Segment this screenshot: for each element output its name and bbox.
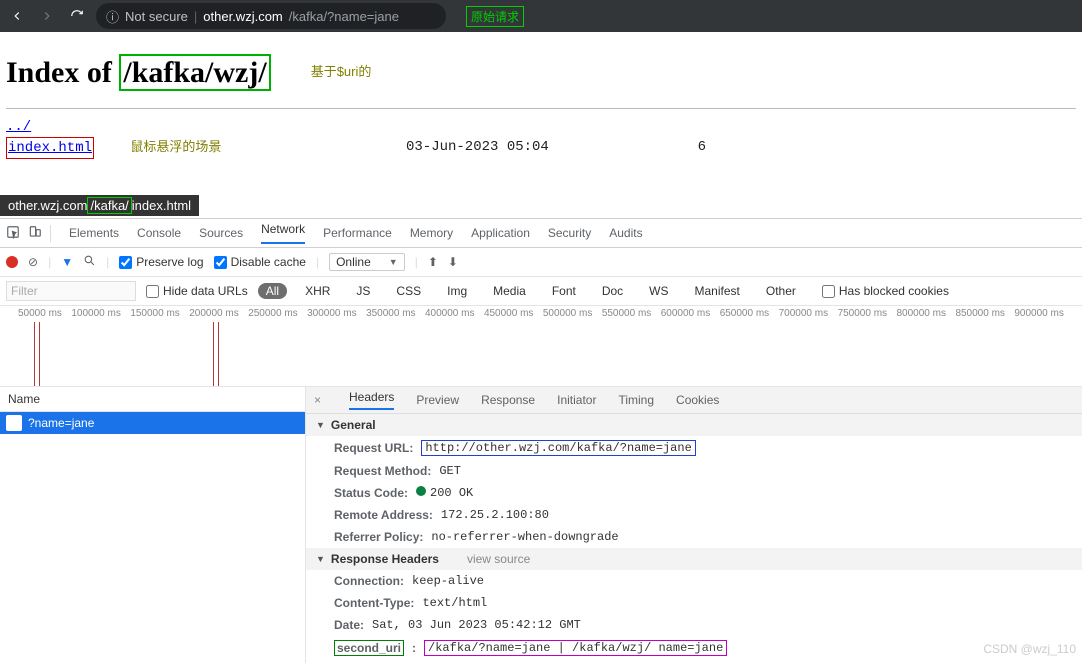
v-request-url: http://other.wzj.com/kafka/?name=jane: [421, 440, 695, 456]
dtab-headers[interactable]: Headers: [349, 390, 394, 410]
k-request-method: Request Method:: [334, 464, 431, 478]
network-timeline[interactable]: 50000 ms100000 ms150000 ms200000 ms25000…: [0, 306, 1082, 387]
v-date: Sat, 03 Jun 2023 05:42:12 GMT: [372, 618, 581, 632]
file-date: 03-Jun-2023 05:04: [406, 137, 666, 159]
request-row[interactable]: ?name=jane: [0, 412, 305, 434]
v-connection: keep-alive: [412, 574, 484, 588]
tab-sources[interactable]: Sources: [199, 226, 243, 240]
dtab-cookies[interactable]: Cookies: [676, 393, 719, 407]
type-css[interactable]: CSS: [388, 283, 429, 299]
parent-dir-link[interactable]: ../: [6, 119, 31, 135]
tab-console[interactable]: Console: [137, 226, 181, 240]
disable-cache-checkbox[interactable]: Disable cache: [214, 255, 306, 269]
reload-button[interactable]: [66, 5, 88, 27]
upload-har-icon[interactable]: ⬆: [428, 255, 438, 269]
type-doc[interactable]: Doc: [594, 283, 631, 299]
file-size: 6: [666, 137, 706, 159]
inspect-icon[interactable]: [6, 225, 20, 242]
devtools-top-tabs: Elements Console Sources Network Perform…: [0, 219, 1082, 248]
address-bar[interactable]: ⓘ Not secure | other.wzj.com/kafka/?name…: [96, 3, 446, 29]
v-second-uri: /kafka/?name=jane | /kafka/wzj/ name=jan…: [424, 640, 727, 656]
network-toolbar: ⊘ | ▼ | Preserve log Disable cache | Onl…: [0, 248, 1082, 277]
record-button[interactable]: [6, 256, 18, 268]
section-response-headers[interactable]: Response Headers view source: [306, 548, 1082, 570]
dtab-preview[interactable]: Preview: [416, 393, 459, 407]
filter-toggle-icon[interactable]: ▼: [61, 255, 73, 269]
close-detail-icon[interactable]: ×: [314, 393, 321, 407]
k-status-code: Status Code:: [334, 486, 408, 500]
type-img[interactable]: Img: [439, 283, 475, 299]
hide-data-urls-checkbox[interactable]: Hide data URLs: [146, 284, 248, 298]
watermark: CSDN @wzj_110: [983, 642, 1076, 656]
has-blocked-cookies-checkbox[interactable]: Has blocked cookies: [822, 284, 949, 298]
page-title: Index of /kafka/wzj/: [6, 56, 271, 90]
search-icon[interactable]: [83, 254, 96, 270]
k-connection: Connection:: [334, 574, 404, 588]
k-content-type: Content-Type:: [334, 596, 414, 610]
type-all[interactable]: All: [258, 283, 287, 299]
tab-network[interactable]: Network: [261, 222, 305, 244]
v-remote-addr: 172.25.2.100:80: [441, 508, 549, 522]
hover-url-highlight: /kafka/: [87, 197, 131, 214]
filter-input[interactable]: Filter: [6, 281, 136, 301]
tab-audits[interactable]: Audits: [609, 226, 642, 240]
url-host: other.wzj.com: [203, 9, 282, 24]
preserve-log-checkbox[interactable]: Preserve log: [119, 255, 203, 269]
hover-url-statusbar: other.wzj.com/kafka/index.html: [0, 195, 199, 216]
dtab-response[interactable]: Response: [481, 393, 535, 407]
network-filter-bar: Filter Hide data URLs All XHR JS CSS Img…: [0, 277, 1082, 306]
not-secure-label: Not secure: [125, 9, 188, 24]
v-request-method: GET: [439, 464, 461, 478]
forward-button[interactable]: [36, 5, 58, 27]
dtab-initiator[interactable]: Initiator: [557, 393, 596, 407]
type-other[interactable]: Other: [758, 283, 804, 299]
download-har-icon[interactable]: ⬇: [448, 255, 458, 269]
tab-security[interactable]: Security: [548, 226, 591, 240]
annotation-original-request: 原始请求: [466, 6, 524, 27]
page-content: Index of /kafka/wzj/ 基于$uri的 ../ index.h…: [0, 32, 1082, 159]
hover-annotation: 鼠标悬浮的场景: [130, 140, 221, 155]
throttling-select[interactable]: Online▼: [329, 253, 405, 271]
info-icon: ⓘ: [106, 7, 119, 26]
k-date: Date:: [334, 618, 364, 632]
type-font[interactable]: Font: [544, 283, 584, 299]
devtools-panel: Elements Console Sources Network Perform…: [0, 218, 1082, 663]
v-content-type: text/html: [422, 596, 487, 610]
view-source-link[interactable]: view source: [467, 552, 530, 566]
document-icon: [6, 415, 22, 431]
clear-button[interactable]: ⊘: [28, 255, 38, 269]
v-referrer-policy: no-referrer-when-downgrade: [431, 530, 618, 544]
tab-memory[interactable]: Memory: [410, 226, 453, 240]
url-path: /kafka/?name=jane: [289, 9, 399, 24]
dtab-timing[interactable]: Timing: [618, 393, 654, 407]
type-manifest[interactable]: Manifest: [687, 283, 748, 299]
tab-application[interactable]: Application: [471, 226, 530, 240]
device-toggle-icon[interactable]: [28, 225, 42, 242]
type-xhr[interactable]: XHR: [297, 283, 338, 299]
detail-tabs: × Headers Preview Response Initiator Tim…: [306, 387, 1082, 414]
back-button[interactable]: [6, 5, 28, 27]
k-second-uri-colon: :: [412, 641, 416, 655]
k-remote-addr: Remote Address:: [334, 508, 433, 522]
k-referrer-policy: Referrer Policy:: [334, 530, 423, 544]
reqlist-header-name[interactable]: Name: [0, 387, 305, 412]
request-list: Name ?name=jane: [0, 387, 306, 663]
status-dot-icon: [416, 486, 426, 496]
request-row-label: ?name=jane: [28, 416, 94, 430]
tab-performance[interactable]: Performance: [323, 226, 392, 240]
type-js[interactable]: JS: [348, 283, 378, 299]
heading-uri-box: /kafka/wzj/: [119, 54, 270, 91]
k-request-url: Request URL:: [334, 441, 413, 455]
type-ws[interactable]: WS: [641, 283, 676, 299]
heading-note: 基于$uri的: [311, 61, 372, 80]
type-media[interactable]: Media: [485, 283, 534, 299]
directory-listing: ../ index.html 鼠标悬浮的场景 03-Jun-2023 05:04…: [6, 117, 1076, 159]
tab-elements[interactable]: Elements: [69, 226, 119, 240]
browser-toolbar: ⓘ Not secure | other.wzj.com/kafka/?name…: [0, 0, 1082, 32]
section-general[interactable]: General: [306, 414, 1082, 436]
v-status-code: 200 OK: [416, 486, 473, 500]
file-link-index[interactable]: index.html: [8, 140, 92, 156]
request-detail: × Headers Preview Response Initiator Tim…: [306, 387, 1082, 663]
k-second-uri: second_uri: [334, 640, 404, 656]
